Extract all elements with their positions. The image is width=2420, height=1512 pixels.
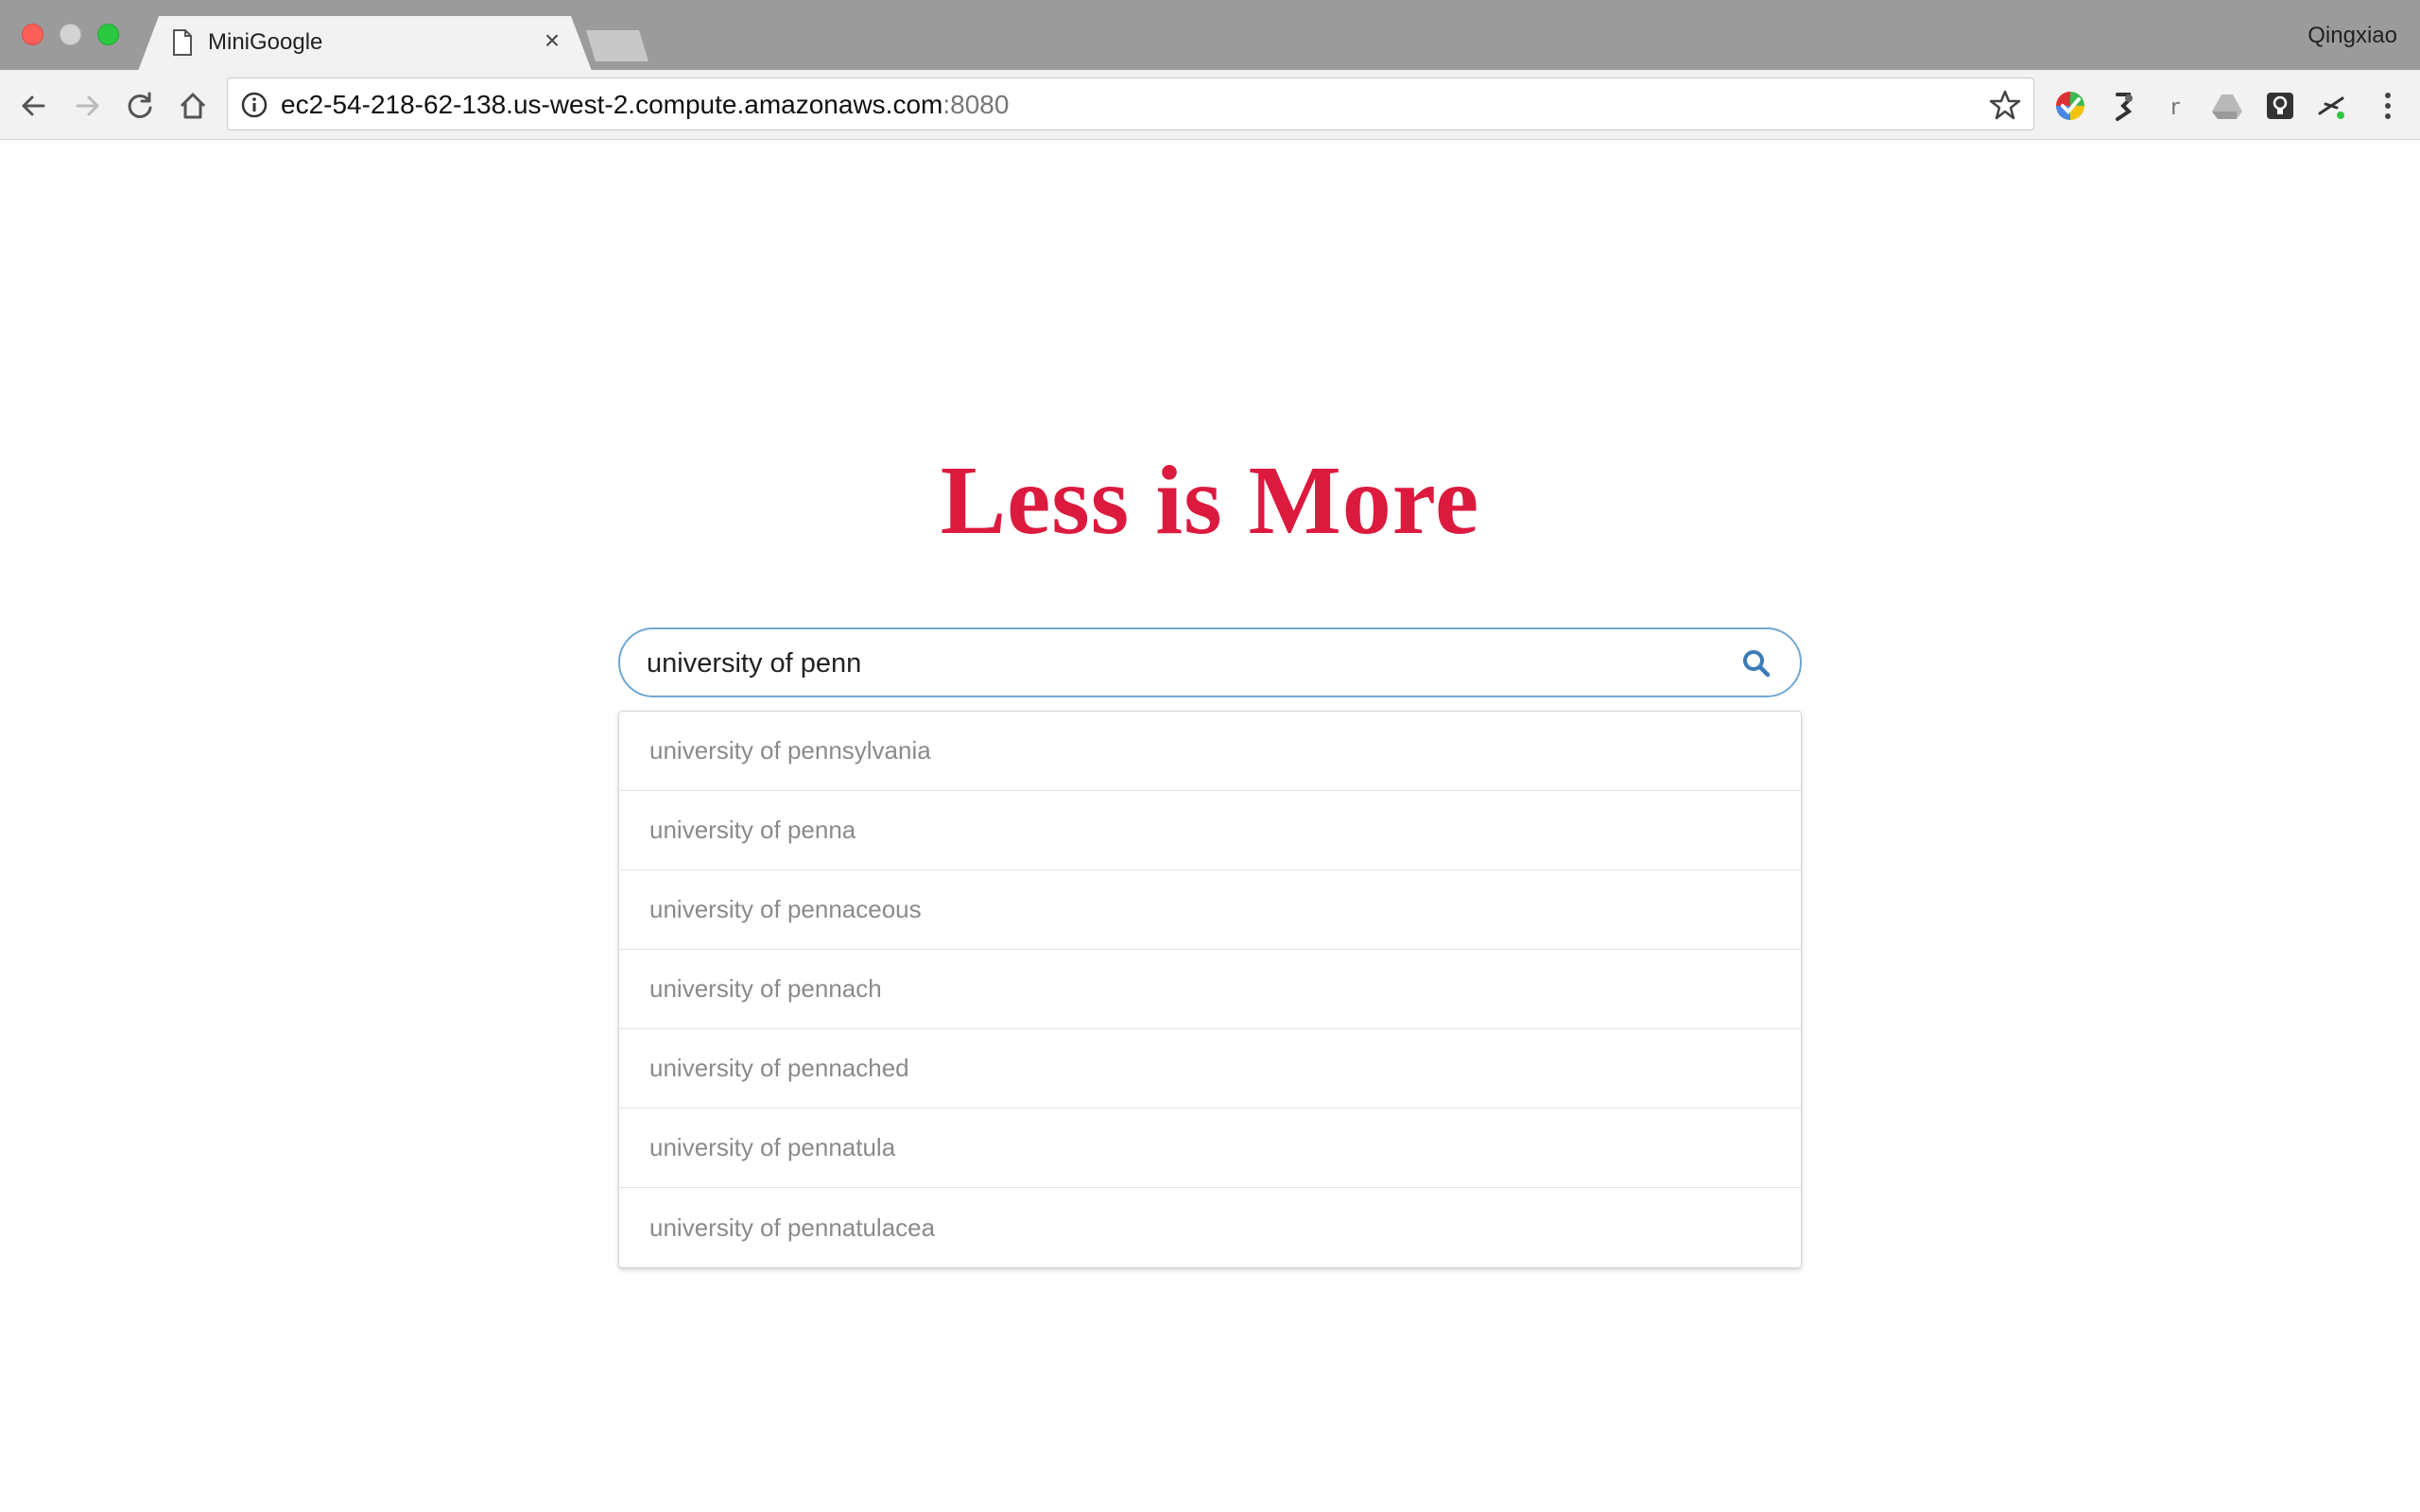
back-arrow-icon — [22, 95, 45, 116]
suggestion-item[interactable]: university of pennach — [619, 950, 1801, 1029]
profile-name[interactable]: Qingxiao — [2308, 23, 2397, 49]
tab-strip: MiniGoogle × Qingxiao — [0, 0, 2420, 71]
suggestion-item[interactable]: university of pennatula — [619, 1108, 1801, 1188]
bulb-ext-icon[interactable] — [2261, 87, 2299, 125]
search-input[interactable] — [647, 641, 1686, 686]
window-minimize-button[interactable] — [60, 24, 81, 45]
bookmark-star-icon[interactable] — [1988, 88, 2022, 122]
r-ext-icon[interactable]: r — [2157, 87, 2195, 125]
browser-toolbar: ec2-54-218-62-138.us-west-2.compute.amaz… — [0, 70, 2420, 140]
svg-text:r: r — [2170, 94, 2180, 120]
reload-icon — [128, 92, 152, 118]
forward-button[interactable] — [68, 87, 106, 125]
reload-button[interactable] — [121, 87, 159, 125]
suggestion-item[interactable]: university of penna — [619, 791, 1801, 870]
tool-ext-icon[interactable] — [2104, 87, 2142, 125]
url-port: :8080 — [942, 90, 1010, 119]
page-document-icon — [173, 29, 192, 56]
page-headline: Less is More — [940, 446, 1480, 555]
suggestion-item[interactable]: university of pennached — [619, 1029, 1801, 1108]
tab-title: MiniGoogle — [208, 29, 323, 55]
info-icon[interactable] — [239, 90, 269, 120]
tab-minigoogle[interactable]: MiniGoogle × — [138, 16, 592, 71]
home-icon — [180, 93, 206, 119]
home-button[interactable] — [174, 87, 212, 125]
search-box[interactable] — [618, 627, 1802, 697]
drive-ext-icon[interactable] — [2208, 87, 2246, 125]
url-host: ec2-54-218-62-138.us-west-2.compute.amaz… — [281, 90, 943, 119]
back-button[interactable] — [15, 87, 53, 125]
forward-arrow-icon — [76, 95, 99, 116]
tab-close-icon[interactable]: × — [539, 27, 565, 54]
suggestion-item[interactable]: university of pennaceous — [619, 870, 1801, 950]
window-close-button[interactable] — [22, 24, 43, 45]
antenna-ext-icon[interactable] — [2312, 87, 2350, 125]
address-bar[interactable]: ec2-54-218-62-138.us-west-2.compute.amaz… — [227, 77, 2034, 130]
url-text: ec2-54-218-62-138.us-west-2.compute.amaz… — [281, 90, 1009, 120]
new-tab-button[interactable] — [586, 30, 648, 61]
autocomplete-dropdown: university of pennsylvania university of… — [618, 711, 1802, 1268]
rainbow-ext-icon[interactable] — [2051, 87, 2089, 125]
suggestion-item[interactable]: university of pennsylvania — [619, 712, 1801, 791]
window-maximize-button[interactable] — [97, 24, 119, 45]
search-icon[interactable] — [1741, 648, 1772, 679]
suggestion-item[interactable]: university of pennatulacea — [619, 1188, 1801, 1267]
menu-dots-icon[interactable] — [2369, 87, 2407, 125]
